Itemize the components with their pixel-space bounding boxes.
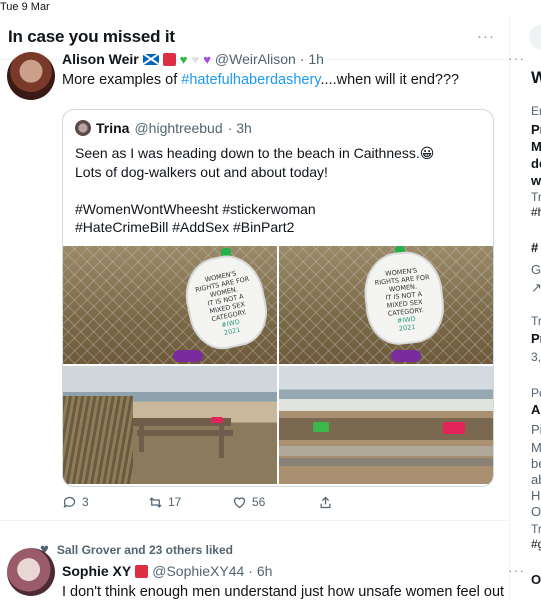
photo-beach-bench-1[interactable] — [63, 366, 277, 484]
tweet-actions: 3 17 56 — [62, 491, 342, 513]
quoted-author-name: Trina — [96, 120, 130, 136]
sidebar-text[interactable]: M — [531, 139, 541, 154]
sidebar-text: Tr — [531, 190, 541, 204]
tweet-text: More examples of #hatefulhaberdashery...… — [62, 71, 525, 90]
sidebar-text: M — [531, 440, 541, 455]
search-bar[interactable] — [529, 24, 541, 50]
hashtag-link[interactable]: #hatefulhaberdashery — [181, 72, 320, 88]
liked-by-text: Sall Grover and 23 others liked — [56, 542, 233, 557]
green-plaque — [313, 422, 329, 432]
photo-sign-2[interactable]: WOMEN'S RIGHTS ARE FOR WOMEN. IT IS NOT … — [279, 246, 493, 364]
right-sidebar: W Er Pr M de w Tr #h # G ↗ Tr Pr 3, Po A… — [511, 0, 541, 600]
red-plaque — [211, 417, 223, 423]
reply-count: 3 — [82, 495, 89, 509]
avatar[interactable] — [7, 548, 55, 596]
tweet-time[interactable]: · 1h — [300, 51, 324, 67]
sidebar-text: G — [531, 262, 541, 277]
sidebar-text[interactable]: Pr — [531, 331, 541, 346]
photo-beach-bench-2[interactable] — [279, 366, 493, 484]
heart-icon — [233, 496, 246, 508]
social-context[interactable]: ♥ Sall Grover and 23 others liked — [40, 542, 233, 557]
quoted-hashtags-line-1: #WomenWontWheesht #stickerwoman — [75, 200, 316, 217]
avatar[interactable] — [7, 52, 55, 100]
bench-seat — [279, 446, 493, 456]
share-button[interactable] — [318, 495, 333, 510]
sidebar-text[interactable]: #h — [531, 205, 541, 219]
reply-button[interactable]: 3 — [62, 495, 148, 510]
sidebar-text: O — [531, 504, 541, 519]
sidebar-text[interactable]: # — [531, 240, 538, 255]
sticker-sign: WOMEN'S RIGHTS ARE FOR WOMEN. IT IS NOT … — [178, 248, 274, 356]
tweet-text-suffix: ....when will it end??? — [320, 72, 460, 88]
tweet-time[interactable]: · 6h — [248, 563, 272, 579]
red-plaque — [443, 422, 465, 434]
tweet[interactable]: Sophie XY @SophieXY44 · 6h ··· I don't t… — [62, 561, 525, 600]
sidebar-text: H — [531, 488, 541, 503]
section-more-button[interactable]: ··· — [477, 28, 495, 45]
quoted-line-1: Seen as I was heading down to the beach … — [75, 145, 420, 161]
scotland-flag-icon — [142, 53, 159, 65]
tweet-text-prefix: More examples of — [62, 72, 182, 88]
bench-seat — [279, 458, 493, 466]
sidebar-text: be — [531, 456, 541, 471]
red-square-icon — [162, 52, 176, 66]
sidebar-text: Pi — [531, 422, 541, 437]
sidebar-text: Po — [531, 386, 541, 400]
section-title: In case you missed it — [8, 26, 175, 46]
purple-clip — [173, 350, 203, 362]
author-handle[interactable]: @WeirAlison — [215, 51, 296, 67]
grinning-face-icon: 😀 — [419, 145, 435, 161]
sidebar-text[interactable]: O — [531, 572, 541, 587]
sidebar-text: Tr — [531, 522, 541, 536]
quoted-avatar — [75, 120, 91, 136]
dune-grass — [63, 396, 133, 484]
quoted-author-handle: @hightreebud — [134, 120, 223, 136]
photo-grid: WOMEN'S RIGHTS ARE FOR WOMEN. IT IS NOT … — [63, 246, 493, 486]
reply-icon — [63, 496, 76, 508]
green-heart-icon: ♥ — [179, 51, 188, 67]
sidebar-text: ab — [531, 472, 541, 487]
sidebar-text[interactable]: de — [531, 156, 541, 171]
sidebar-text: 3, — [531, 350, 541, 364]
author-name[interactable]: Sophie XY — [62, 563, 131, 579]
trend-arrow-icon: ↗ — [531, 280, 541, 295]
bench-leg — [219, 418, 224, 458]
sidebar-text[interactable]: Pr — [531, 122, 541, 137]
bench-leg — [139, 418, 144, 452]
like-count: 56 — [252, 495, 266, 509]
red-square-icon — [135, 564, 149, 578]
author-name[interactable]: Alison Weir — [62, 51, 139, 67]
share-icon — [320, 496, 331, 508]
sidebar-text: Tr — [531, 314, 541, 328]
photo-sign-1[interactable]: WOMEN'S RIGHTS ARE FOR WOMEN. IT IS NOT … — [63, 246, 277, 364]
tweet-text: I don't think enough men understand just… — [62, 584, 505, 600]
sidebar-text[interactable]: A — [531, 402, 540, 417]
date-label: Tue 9 Mar — [0, 1, 50, 13]
quoted-tweet-text: Seen as I was heading down to the beach … — [63, 136, 493, 237]
retweet-count: 17 — [168, 495, 182, 509]
sidebar-text[interactable]: #g — [531, 537, 541, 551]
quoted-tweet-header: Trina @hightreebud · 3h — [63, 110, 493, 136]
tweet-header: Sophie XY @SophieXY44 · 6h — [62, 561, 525, 581]
purple-heart-icon: ♥ — [203, 51, 211, 67]
like-button[interactable]: 56 — [232, 495, 318, 510]
author-handle[interactable]: @SophieXY44 — [152, 563, 244, 579]
white-heart-icon: ♥ — [191, 51, 200, 67]
quoted-tweet[interactable]: Trina @hightreebud · 3h Seen as I was he… — [62, 109, 494, 487]
sidebar-text: Er — [531, 104, 541, 118]
quoted-line-2: Lots of dog-walkers out and about today! — [75, 163, 328, 180]
sidebar-heading: W — [531, 68, 541, 87]
quoted-tweet-time: · 3h — [227, 120, 252, 136]
purple-clip — [391, 350, 421, 362]
tweet[interactable]: Alison Weir ♥ ♥ ♥ @WeirAlison · 1h ··· M… — [62, 49, 525, 90]
tweet-header: Alison Weir ♥ ♥ ♥ @WeirAlison · 1h — [62, 49, 525, 69]
sticker-sign: WOMEN'S RIGHTS ARE FOR WOMEN. IT IS NOT … — [360, 248, 448, 348]
divider — [0, 520, 510, 521]
retweet-button[interactable]: 17 — [148, 495, 232, 510]
quoted-hashtags-line-2: #HateCrimeBill #AddSex #BinPart2 — [75, 219, 295, 235]
retweet-icon — [149, 496, 162, 508]
sidebar-text[interactable]: w — [531, 173, 541, 188]
